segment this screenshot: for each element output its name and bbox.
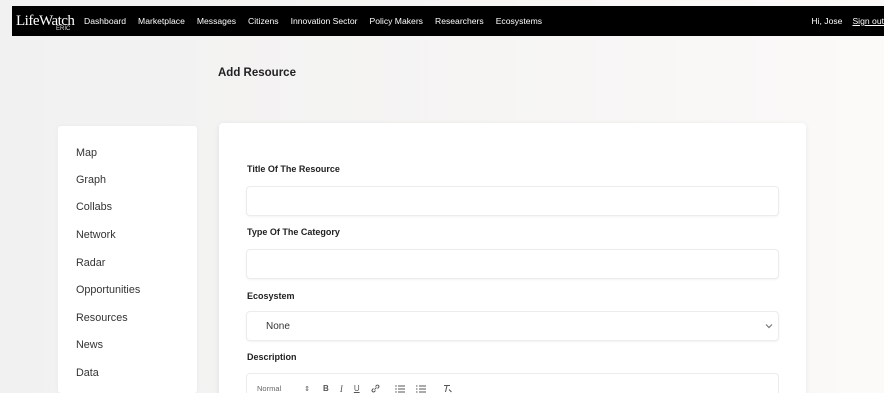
sidebar-item-map[interactable]: Map: [76, 147, 97, 159]
category-input[interactable]: [246, 249, 779, 279]
title-input[interactable]: [246, 186, 779, 216]
chevron-down-icon: [765, 324, 773, 329]
ecosystem-select[interactable]: None: [246, 311, 779, 341]
nav-link-ecosystems[interactable]: Ecosystems: [496, 16, 542, 26]
ecosystem-label: Ecosystem: [247, 291, 295, 301]
category-label: Type Of The Category: [247, 227, 340, 237]
link-icon[interactable]: [371, 384, 380, 393]
logo-subtext: ERIC: [56, 26, 71, 32]
nav-link-citizens[interactable]: Citizens: [248, 16, 279, 26]
underline-button[interactable]: U: [354, 384, 360, 393]
nav-link-researchers[interactable]: Researchers: [435, 16, 484, 26]
sidebar-item-news[interactable]: News: [76, 339, 103, 351]
user-greeting: Hi, Jose: [811, 16, 843, 26]
sidebar-item-resources[interactable]: Resources: [76, 312, 128, 324]
nav-link-messages[interactable]: Messages: [197, 16, 236, 26]
description-label: Description: [247, 352, 297, 362]
top-navbar: LifeWatch ERIC Dashboard Marketplace Mes…: [12, 6, 884, 36]
lifewatch-logo[interactable]: LifeWatch ERIC: [16, 6, 82, 36]
page-title: Add Resource: [218, 67, 296, 79]
description-editor-toolbar: Normal ⇕ B I U: [246, 373, 779, 393]
sidebar-item-graph[interactable]: Graph: [76, 174, 106, 186]
nav-link-innovation-sector[interactable]: Innovation Sector: [291, 16, 358, 26]
add-resource-form: Title Of The Resource Type Of The Catego…: [219, 123, 806, 393]
sidebar-item-radar[interactable]: Radar: [76, 257, 105, 269]
format-select-arrows-icon[interactable]: ⇕: [304, 385, 310, 393]
italic-button[interactable]: I: [340, 384, 343, 393]
ecosystem-selected-value: None: [266, 321, 290, 332]
sidebar-item-data[interactable]: Data: [76, 367, 99, 379]
nav-user-area: Hi, Jose Sign out: [811, 6, 884, 36]
format-select[interactable]: Normal: [257, 384, 281, 393]
sidebar-item-opportunities[interactable]: Opportunities: [76, 284, 140, 296]
ordered-list-icon[interactable]: [394, 384, 405, 393]
sidebar-item-network[interactable]: Network: [76, 229, 116, 241]
sidebar: Map Graph Collabs Network Radar Opportun…: [58, 126, 197, 393]
title-label: Title Of The Resource: [247, 164, 340, 174]
bold-button[interactable]: B: [323, 384, 329, 393]
nav-link-marketplace[interactable]: Marketplace: [138, 16, 185, 26]
bullet-list-icon[interactable]: [415, 385, 426, 393]
clear-format-icon[interactable]: [443, 384, 452, 393]
nav-link-dashboard[interactable]: Dashboard: [84, 16, 126, 26]
nav-links: Dashboard Marketplace Messages Citizens …: [84, 16, 554, 26]
sign-out-link[interactable]: Sign out: [852, 16, 884, 26]
sidebar-item-collabs[interactable]: Collabs: [76, 201, 112, 213]
nav-link-policy-makers[interactable]: Policy Makers: [370, 16, 423, 26]
